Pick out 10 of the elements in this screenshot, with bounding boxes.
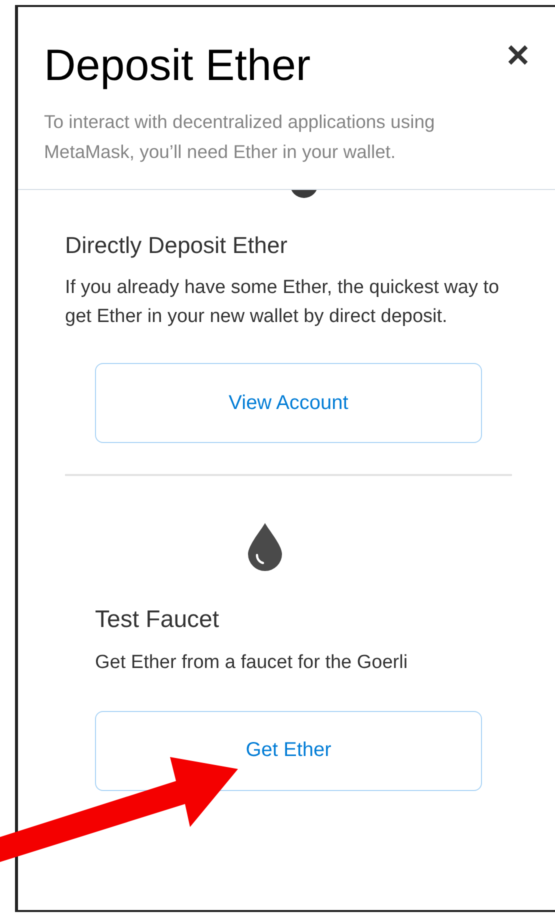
dialog-title: Deposit Ether (44, 40, 311, 92)
dialog-subtitle: To interact with decentralized applications using MetaMask, you’ll need Ether in your wallet. (44, 110, 436, 164)
section-description: Get Ether from a faucet for the Goerli (95, 651, 409, 675)
section-heading: Test Faucet (95, 605, 220, 635)
section-description: If you already have some Ether, the quickest way to get Ether in your new wallet by direct deposit. (65, 276, 500, 328)
section-heading: Directly Deposit Ether (65, 231, 288, 260)
get-ether-button[interactable]: Get Ether (95, 710, 482, 790)
close-icon[interactable] (507, 44, 529, 66)
view-account-button[interactable]: View Account (95, 363, 482, 443)
drop-icon (248, 523, 282, 571)
